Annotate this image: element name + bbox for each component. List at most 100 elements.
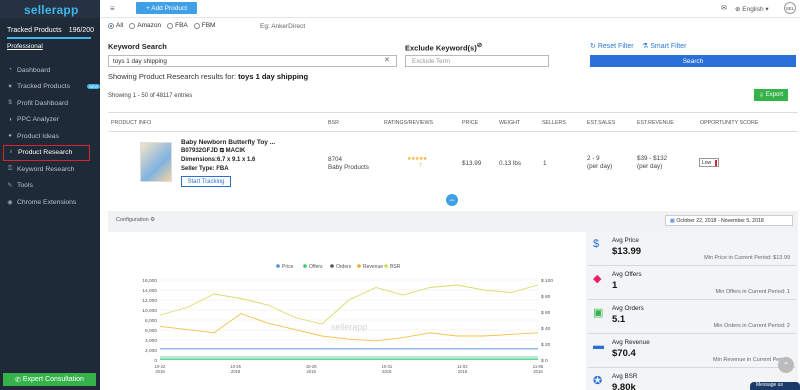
export-button[interactable]: ⇩ Export (754, 89, 788, 101)
collapse-row-button[interactable]: − (446, 194, 458, 206)
x-tick-year: 2018 (533, 369, 543, 374)
sidebar-item-product-research[interactable]: ⌕ Product Research (3, 144, 90, 161)
tracked-products-summary: Tracked Products 196/200 (0, 18, 100, 34)
chat-button[interactable]: Message us (750, 382, 800, 390)
product-image[interactable] (140, 142, 172, 182)
bsr-value: 8704 (328, 156, 343, 163)
weight-cell: 0.13 lbs (499, 160, 522, 167)
col-sellers[interactable]: SELLERS (542, 120, 566, 126)
reset-filter-link[interactable]: ↻ Reset Filter (590, 42, 634, 50)
menu-toggle-icon[interactable]: ≡ (110, 4, 115, 13)
plan-link[interactable]: Professional (0, 39, 100, 50)
col-est-revenue[interactable]: EST.REVENUE (637, 120, 674, 126)
history-chart[interactable]: Price Offers Orders Revenue BSR 16,000 14,000 1… (108, 232, 586, 390)
revenue-unit: (per day) (637, 162, 663, 170)
radio-dot (108, 22, 114, 29)
radio-label: All (116, 22, 124, 29)
legend-label: Orders (336, 264, 352, 270)
filter-icon: ⚗ (642, 43, 651, 50)
clear-icon[interactable]: ✕ (384, 56, 390, 64)
x-tick-year: 2018 (231, 369, 241, 374)
col-price[interactable]: PRICE (462, 120, 478, 126)
legend-marker (330, 264, 334, 268)
wrench-icon: ✎ (7, 183, 13, 190)
expert-consultation-button[interactable]: ✆ Expert Consultation (3, 373, 96, 386)
stat-min: Min Offers in Current Period: 1 (715, 289, 790, 295)
col-ratings[interactable]: RATINGS/REVIEWS (384, 120, 433, 126)
y-right-tick: $ 0 (541, 358, 548, 364)
legend-label: Price (282, 264, 294, 270)
product-title[interactable]: Baby Newborn Butterfly Toy ... (181, 139, 275, 146)
legend-label: Offers (309, 264, 323, 270)
filter-radio-all[interactable]: All (108, 22, 123, 29)
sidebar-item-tools[interactable]: ✎ Tools (0, 178, 100, 195)
sidebar-item-chrome-extensions[interactable]: ◉ Chrome Extensions (0, 194, 100, 211)
revenue-value: $39 - $132 (637, 155, 668, 162)
sidebar-item-label: Profit Dashboard (17, 99, 69, 107)
asin-value: B07932GFJD (181, 148, 219, 154)
legend-marker (384, 264, 388, 268)
y-right-tick: $ 60 (541, 310, 551, 316)
col-bsr[interactable]: BSR (328, 120, 339, 126)
start-tracking-button[interactable]: Start Tracking (181, 176, 231, 187)
y-left-tick: 4,000 (145, 338, 157, 344)
filter-radio-fbm[interactable]: FBM (193, 22, 215, 29)
results-term: toys 1 day shipping (238, 72, 309, 81)
language-selector[interactable]: ⊕ English ▾ (735, 5, 769, 13)
avatar[interactable]: SEL (784, 2, 796, 14)
stat-title: Avg Offers (612, 271, 642, 278)
search-button[interactable]: Search (590, 55, 796, 67)
sidebar-item-keyword-research[interactable]: ⚿ Keyword Research (0, 161, 100, 178)
y-left-tick: 0 (154, 358, 157, 364)
sidebar-item-label: Tracked Products (17, 83, 71, 91)
sidebar-item-label: Product Ideas (17, 132, 59, 140)
external-link-icon[interactable]: ⧉ (220, 148, 224, 154)
col-opportunity-score[interactable]: OPPORTUNITY SCORE (700, 120, 758, 126)
sidebar-item-label: Keyword Research (17, 165, 75, 173)
smart-filter-link[interactable]: ⚗ Smart Filter (642, 42, 686, 50)
sidebar-item-label: Product Research (18, 149, 73, 157)
product-asin: B07932GFJD ⧉ MACIK (181, 148, 245, 155)
reset-filter-label: Reset Filter (597, 43, 634, 50)
entries-count: Showing 1 - 50 of 48117 entries (108, 93, 193, 99)
app-logo[interactable]: sellerapp (0, 0, 100, 18)
x-tick-year: 2018 (155, 369, 165, 374)
col-weight[interactable]: WEIGHT (499, 120, 520, 126)
date-range-picker[interactable]: ▦ October 22, 2018 - November 5, 2018 (665, 215, 793, 226)
mail-icon[interactable]: ✉ (721, 4, 727, 12)
add-product-button[interactable]: + Add Product (136, 2, 197, 14)
sales-value: 2 - 9 (587, 155, 600, 162)
chrome-icon: ◉ (7, 199, 13, 206)
chevron-up-icon: ⌃ (782, 360, 790, 370)
new-badge: NEW (87, 83, 101, 89)
exclude-term-input[interactable]: Exclude Term (405, 55, 549, 67)
col-product-info[interactable]: PRODUCT INFO (111, 120, 151, 126)
configuration-toggle[interactable]: Configuration ⚙ (116, 217, 155, 223)
sidebar-item-ppc-analyzer[interactable]: ◑ PPC Analyzer (0, 112, 100, 129)
sidebar-item-tracked-products[interactable]: ♥ Tracked Products NEW (0, 79, 101, 96)
stat-min: Min Price in Current Period: $13.99 (704, 255, 790, 261)
sidebar-item-profit-dashboard[interactable]: $ Profit Dashboard (0, 95, 100, 112)
gauge-icon: ◔ (8, 67, 12, 74)
tracked-count: 196/200 (68, 27, 94, 34)
filter-radio-amazon[interactable]: Amazon (129, 22, 161, 29)
opportunity-score-select[interactable]: Low (699, 158, 719, 167)
col-est-sales[interactable]: EST.SALES (587, 120, 615, 126)
sidebar-item-product-ideas[interactable]: ● Product Ideas (0, 128, 100, 145)
legend-marker (303, 264, 307, 268)
key-icon: ⚿ (7, 165, 13, 172)
sales-cell: 2 - 9 (per day) (587, 155, 612, 170)
legend-marker (357, 264, 361, 268)
config-label: Configuration (116, 217, 149, 223)
x-tick-year: 2018 (458, 369, 468, 374)
phone-icon: ✆ (15, 376, 23, 384)
sidebar-item-dashboard[interactable]: ◔ Dashboard (0, 62, 100, 79)
language-label: English (742, 6, 764, 13)
stats-panel: $ Avg Price $13.99 Min Price in Current Per… (588, 232, 796, 390)
y-left-tick: 16,000 (142, 278, 157, 284)
x-tick-year: 2018 (307, 369, 317, 374)
keyword-search-input[interactable]: toys 1 day shipping (108, 55, 397, 67)
scroll-to-top-button[interactable]: ⌃ (778, 357, 794, 373)
help-icon[interactable]: ⊘ (477, 42, 482, 49)
filter-radio-fba[interactable]: FBA (167, 22, 188, 29)
